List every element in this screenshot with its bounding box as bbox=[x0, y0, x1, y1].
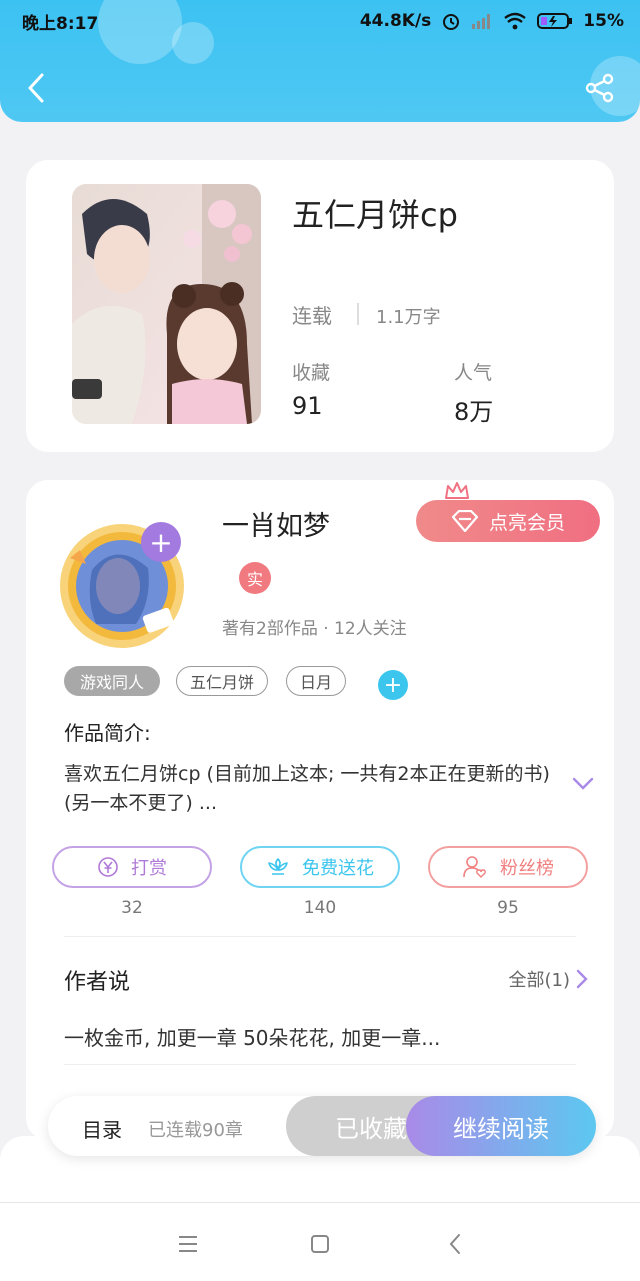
fan-ranking-button[interactable]: 粉丝榜 bbox=[428, 846, 588, 888]
tag-item[interactable]: 游戏同人 bbox=[64, 666, 160, 696]
fan-ranking-label: 粉丝榜 bbox=[500, 858, 554, 879]
fan-ranking-count: 95 bbox=[497, 898, 519, 918]
send-flower-button[interactable]: 免费送花 bbox=[240, 846, 400, 888]
reading-action-bar: 目录 已连载90章 已收藏 继续阅读 bbox=[48, 1096, 596, 1156]
user-heart-icon bbox=[463, 856, 486, 878]
back-button[interactable] bbox=[22, 70, 50, 106]
chevron-down-icon[interactable] bbox=[572, 776, 594, 795]
add-tag-button[interactable]: + bbox=[378, 670, 408, 700]
stat-value-favorites: 91 bbox=[292, 392, 323, 420]
author-card: + 一肖如梦 点亮会员 实 著有2部作品 · 12人关注 游戏同人 五仁月饼 日… bbox=[26, 480, 614, 1140]
section-divider bbox=[64, 1064, 576, 1065]
toc-button[interactable]: 目录 bbox=[82, 1114, 122, 1143]
stat-value-popularity: 8万 bbox=[454, 398, 494, 426]
battery-icon bbox=[537, 12, 573, 30]
book-title: 五仁月饼cp bbox=[292, 196, 458, 234]
author-says-all-link[interactable]: 全部(1) bbox=[509, 966, 589, 992]
diamond-icon bbox=[451, 510, 479, 532]
intro-text: 喜欢五仁月饼cp (目前加上这本; 一共有2本正在更新的书)(另一本不更了) .… bbox=[64, 763, 550, 814]
wifi-icon bbox=[503, 12, 527, 30]
book-word-count: 1.1万字 bbox=[376, 307, 441, 328]
share-icon bbox=[585, 73, 614, 103]
send-flower-count: 140 bbox=[303, 898, 337, 918]
status-time: 晚上8:17 bbox=[22, 13, 99, 34]
share-button[interactable] bbox=[584, 72, 616, 104]
reward-count: 32 bbox=[121, 898, 143, 918]
top-header: 晚上8:17 44.8K/s 15% bbox=[0, 0, 640, 122]
status-bar: 晚上8:17 44.8K/s 15% bbox=[22, 8, 624, 34]
send-flower-label: 免费送花 bbox=[302, 858, 374, 879]
continue-reading-button[interactable]: 继续阅读 bbox=[406, 1096, 596, 1156]
flower-icon bbox=[268, 858, 288, 875]
author-says-title: 作者说 bbox=[64, 970, 131, 995]
home-icon[interactable] bbox=[305, 1229, 335, 1259]
chevron-right-icon bbox=[576, 969, 588, 989]
status-divider bbox=[357, 303, 359, 325]
alarm-icon bbox=[441, 11, 461, 31]
tag-item[interactable]: 日月 bbox=[286, 666, 346, 696]
vip-button-label: 点亮会员 bbox=[488, 511, 565, 534]
verified-badge: 实 bbox=[239, 562, 271, 594]
status-speed: 44.8K/s bbox=[359, 11, 432, 31]
vip-button[interactable]: 点亮会员 bbox=[416, 500, 600, 542]
reward-label: 打赏 bbox=[131, 858, 167, 879]
book-cover[interactable] bbox=[72, 184, 261, 424]
reward-button[interactable]: 打赏 bbox=[52, 846, 212, 888]
toc-chapter-info: 已连载90章 bbox=[148, 1120, 243, 1141]
author-says-text: 一枚金币, 加更一章 50朵花花, 加更一章... bbox=[64, 1026, 441, 1050]
stat-label-favorites: 收藏 bbox=[292, 362, 331, 384]
stat-label-popularity: 人气 bbox=[454, 362, 493, 384]
follow-plus-button[interactable]: + bbox=[141, 522, 181, 562]
author-says-all-label: 全部(1) bbox=[508, 970, 571, 991]
tag-item[interactable]: 五仁月饼 bbox=[176, 666, 268, 696]
coin-icon bbox=[98, 857, 118, 877]
author-meta: 著有2部作品 · 12人关注 bbox=[222, 619, 407, 639]
signal-icon bbox=[471, 12, 493, 30]
book-info-card: 五仁月饼cp 连载 1.1万字 收藏 91 人气 8万 bbox=[26, 160, 614, 452]
battery-percent: 15% bbox=[583, 11, 624, 31]
intro-title: 作品简介: bbox=[64, 721, 151, 745]
menu-icon[interactable] bbox=[173, 1229, 203, 1259]
author-name: 一肖如梦 bbox=[222, 511, 330, 542]
section-divider bbox=[64, 936, 576, 937]
book-status: 连载 bbox=[292, 304, 332, 328]
system-nav-bar bbox=[0, 1202, 640, 1281]
nav-back-icon[interactable] bbox=[440, 1229, 470, 1259]
